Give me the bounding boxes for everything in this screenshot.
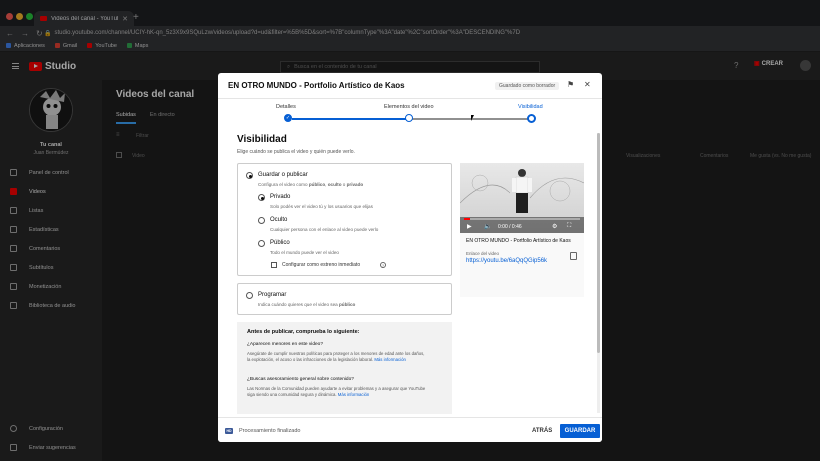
desc-prefix: Configura el video como: [258, 182, 309, 187]
private-desc: Solo podés ver el video tú y los usuario…: [270, 204, 373, 209]
schedule-box: Programar Indica cuándo quieres que el v…: [237, 283, 452, 315]
settings-gear-icon[interactable]: ⚙: [552, 223, 557, 230]
time-display: 0:00 / 0:46: [498, 224, 522, 230]
feedback-flag-icon[interactable]: ⚑: [567, 80, 574, 89]
save-publish-label: Guardar o publicar: [258, 172, 308, 178]
schedule-desc-public: público: [338, 302, 356, 307]
more-info-link[interactable]: Más información: [374, 357, 406, 362]
save-button[interactable]: GUARDAR: [560, 424, 600, 438]
step-details-check-icon[interactable]: ✓: [284, 114, 292, 122]
premiere-label: Configurar como estreno inmediato: [282, 262, 361, 268]
public-desc: Todo el mundo puede ver el video: [270, 250, 339, 255]
back-button[interactable]: ATRÁS: [532, 428, 552, 434]
dialog-footer: HD Procesamiento finalizado ATRÁS GUARDA…: [218, 417, 602, 442]
video-link[interactable]: https://youtu.be/6aQqQGip56k: [466, 258, 547, 264]
dialog-body: Visibilidad Elige cuándo se publica el v…: [218, 129, 602, 417]
desc-private: privado: [346, 182, 364, 187]
upload-dialog: EN OTRO MUNDO - Portfolio Artístico de K…: [218, 73, 602, 442]
help-circle-icon[interactable]: ?: [380, 262, 386, 268]
public-label: Público: [270, 240, 290, 246]
save-publish-box: Guardar o publicar Configura el video co…: [237, 163, 452, 276]
step-elements-dot[interactable]: [405, 114, 413, 122]
play-icon[interactable]: ▶: [467, 223, 472, 230]
save-publish-desc: Configura el video como público, oculto …: [258, 182, 363, 187]
playback-progress-bar[interactable]: [464, 218, 580, 220]
mouse-cursor-icon: [471, 115, 477, 121]
prepublish-checklist: Antes de publicar, comprueba lo siguient…: [237, 322, 452, 414]
schedule-label: Programar: [258, 292, 287, 298]
scrollbar-thumb[interactable]: [597, 133, 600, 353]
player-controls: ▶ 🔈 0:00 / 0:46 ⚙ ⛶: [460, 217, 584, 233]
checklist-title: Antes de publicar, comprueba lo siguient…: [247, 329, 360, 335]
checklist-text-advice: Las Normas de la Comunidad pueden ayudar…: [247, 386, 427, 397]
stepper: Detalles Elementos del video Visibilidad…: [218, 99, 602, 129]
hd-badge-icon: HD: [225, 428, 233, 434]
premiere-checkbox[interactable]: [271, 262, 277, 268]
checklist-question-advice: ¿Buscas asesoramiento general sobre cont…: [247, 377, 354, 382]
visibility-subtitle: Elige cuándo se publica el video y quién…: [237, 149, 355, 155]
private-label: Privado: [270, 194, 291, 200]
unlisted-desc: Cualquier persona con el enlace al video…: [270, 227, 379, 232]
processing-status: Procesamiento finalizado: [239, 428, 301, 434]
video-link-label: Enlace del video: [466, 251, 500, 256]
dialog-title: EN OTRO MUNDO - Portfolio Artístico de K…: [228, 81, 405, 90]
dialog-scrollbar[interactable]: [597, 133, 600, 413]
visibility-heading: Visibilidad: [237, 134, 287, 145]
checklist-text-minors: Asegúrate de cumplir nuestras políticas …: [247, 351, 427, 362]
more-info-link[interactable]: Más información: [338, 392, 370, 397]
draft-badge: Guardado como borrador: [495, 82, 560, 90]
copy-icon[interactable]: [570, 252, 577, 260]
step-details-label[interactable]: Detalles: [276, 104, 296, 110]
preview-video-title: EN OTRO MUNDO - Portfolio Artístico de K…: [466, 238, 571, 244]
public-radio[interactable]: [258, 240, 265, 247]
unlisted-radio[interactable]: [258, 217, 265, 224]
dialog-header: EN OTRO MUNDO - Portfolio Artístico de K…: [218, 73, 602, 99]
video-preview-card: ▶ 🔈 0:00 / 0:46 ⚙ ⛶ EN OTRO MUNDO - Port…: [460, 163, 584, 297]
checklist-question-minors: ¿Aparecen menores en este video?: [247, 342, 323, 347]
schedule-radio[interactable]: [246, 292, 253, 299]
step-connector: [412, 118, 528, 120]
private-radio[interactable]: [258, 194, 265, 201]
advice-text: Las Normas de la Comunidad pueden ayudar…: [247, 386, 426, 397]
save-publish-radio[interactable]: [246, 172, 253, 179]
step-connector: [292, 118, 406, 120]
desc-public: público: [308, 182, 326, 187]
desc-hidden: oculto: [327, 182, 342, 187]
step-visibility-dot[interactable]: [527, 113, 536, 123]
volume-icon[interactable]: 🔈: [484, 223, 491, 230]
fullscreen-icon[interactable]: ⛶: [567, 223, 571, 230]
unlisted-label: Oculto: [270, 217, 288, 223]
schedule-desc-prefix: Indica cuándo quieres que el video sea: [258, 302, 339, 307]
close-icon[interactable]: ✕: [584, 80, 591, 89]
playback-progress-fill: [464, 218, 470, 220]
step-elements-label[interactable]: Elementos del video: [384, 104, 434, 110]
schedule-desc: Indica cuándo quieres que el video sea p…: [258, 302, 355, 307]
video-player[interactable]: ▶ 🔈 0:00 / 0:46 ⚙ ⛶: [460, 163, 584, 233]
step-visibility-label[interactable]: Visibilidad: [518, 104, 543, 110]
